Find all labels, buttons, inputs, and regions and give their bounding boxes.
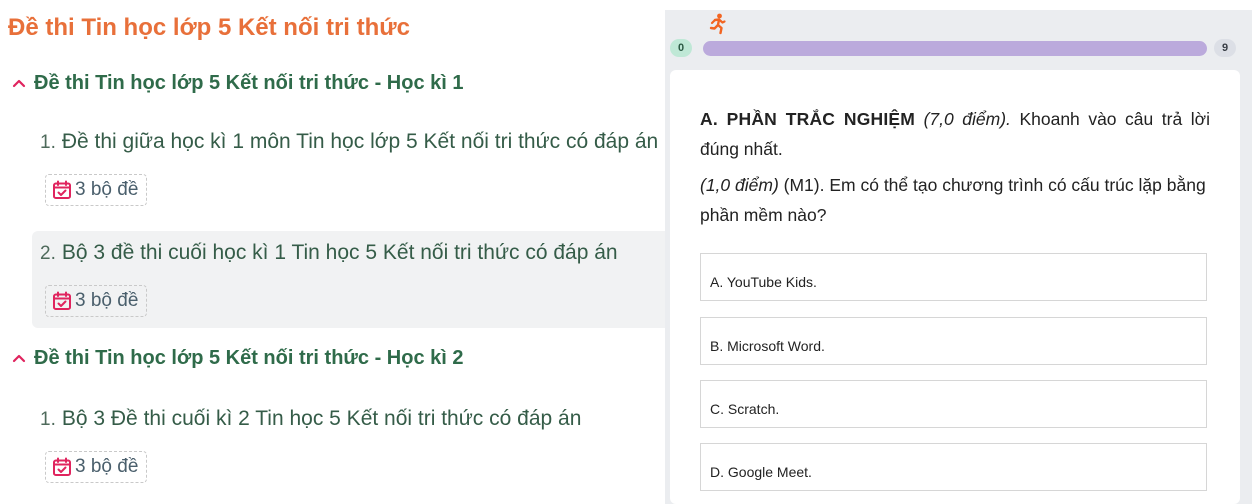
answer-option-c[interactable]: C. Scratch. bbox=[700, 380, 1207, 428]
section-header-hk2[interactable]: Đề thi Tin học lớp 5 Kết nối tri thức - … bbox=[12, 343, 463, 373]
running-person-icon bbox=[707, 13, 727, 35]
exam-count: 3 bộ đề bbox=[75, 456, 139, 477]
exam-name: Bộ 3 Đề thi cuối kì 2 Tin học 5 Kết nối … bbox=[61, 407, 582, 430]
exam-name: Đề thi giữa học kì 1 môn Tin học lớp 5 K… bbox=[61, 130, 659, 153]
exam-link[interactable]: 1. Bộ 3 Đề thi cuối kì 2 Tin học 5 Kết nố… bbox=[40, 407, 581, 431]
part-points: (7,0 điểm). bbox=[923, 109, 1011, 129]
part-instructions: A. PHẦN TRẮC NGHIỆM (7,0 điểm). Khoanh v… bbox=[700, 104, 1210, 164]
exam-link[interactable]: 1. Đề thi giữa học kì 1 môn Tin học lớp 5… bbox=[40, 130, 658, 154]
section-title: Đề thi Tin học lớp 5 Kết nối tri thức - … bbox=[34, 346, 464, 369]
exam-count-badge[interactable]: 3 bộ đề bbox=[45, 174, 148, 206]
calendar-check-icon bbox=[52, 180, 72, 200]
exam-item[interactable]: 2. Bộ 3 đề thi cuối học kì 1 Tin học 5 Kế… bbox=[32, 231, 665, 328]
section-title: Đề thi Tin học lớp 5 Kết nối tri thức - … bbox=[34, 71, 464, 94]
answer-option-b[interactable]: B. Microsoft Word. bbox=[700, 317, 1207, 365]
answer-option-a[interactable]: A. YouTube Kids. bbox=[700, 253, 1207, 301]
exam-count-badge[interactable]: 3 bộ đề bbox=[45, 285, 148, 317]
chevron-up-icon[interactable] bbox=[12, 351, 26, 365]
chevron-up-icon[interactable] bbox=[12, 76, 26, 90]
question-points: (1,0 điểm) bbox=[700, 175, 779, 195]
exam-count: 3 bộ đề bbox=[75, 290, 139, 311]
item-number: 2. bbox=[40, 243, 56, 264]
calendar-check-icon bbox=[52, 457, 72, 477]
exam-count-badge[interactable]: 3 bộ đề bbox=[45, 451, 148, 483]
exam-count: 3 bộ đề bbox=[75, 179, 139, 200]
exam-link[interactable]: 2. Bộ 3 đề thi cuối học kì 1 Tin học 5 Kế… bbox=[40, 241, 618, 265]
progress-fill bbox=[703, 41, 1207, 56]
answer-option-d[interactable]: D. Google Meet. bbox=[700, 443, 1207, 491]
question-card: A. PHẦN TRẮC NGHIỆM (7,0 điểm). Khoanh v… bbox=[670, 70, 1240, 504]
exam-item[interactable]: 1. Bộ 3 Đề thi cuối kì 2 Tin học 5 Kết nố… bbox=[32, 397, 665, 494]
section-header-hk1[interactable]: Đề thi Tin học lớp 5 Kết nối tri thức - … bbox=[12, 68, 463, 98]
exam-item[interactable]: 1. Đề thi giữa học kì 1 môn Tin học lớp 5… bbox=[32, 120, 665, 217]
question-level: (M1). bbox=[783, 175, 825, 195]
part-heading: A. PHẦN TRẮC NGHIỆM bbox=[700, 109, 916, 129]
item-number: 1. bbox=[40, 409, 56, 430]
progress-start-badge: 0 bbox=[670, 39, 692, 57]
page-title: Đề thi Tin học lớp 5 Kết nối tri thức bbox=[8, 14, 411, 41]
calendar-check-icon bbox=[52, 291, 72, 311]
progress-end-badge: 9 bbox=[1214, 39, 1236, 57]
progress-bar bbox=[703, 41, 1207, 56]
quiz-panel: 0 9 A. PHẦN TRẮC NGHIỆM (7,0 điểm). Khoa… bbox=[665, 10, 1252, 504]
exam-list-panel: Đề thi Tin học lớp 5 Kết nối tri thức Đề… bbox=[0, 0, 665, 504]
question-text: (1,0 điểm) (M1). Em có thể tạo chương tr… bbox=[700, 170, 1210, 230]
item-number: 1. bbox=[40, 132, 56, 153]
exam-name: Bộ 3 đề thi cuối học kì 1 Tin học 5 Kết … bbox=[61, 241, 618, 264]
